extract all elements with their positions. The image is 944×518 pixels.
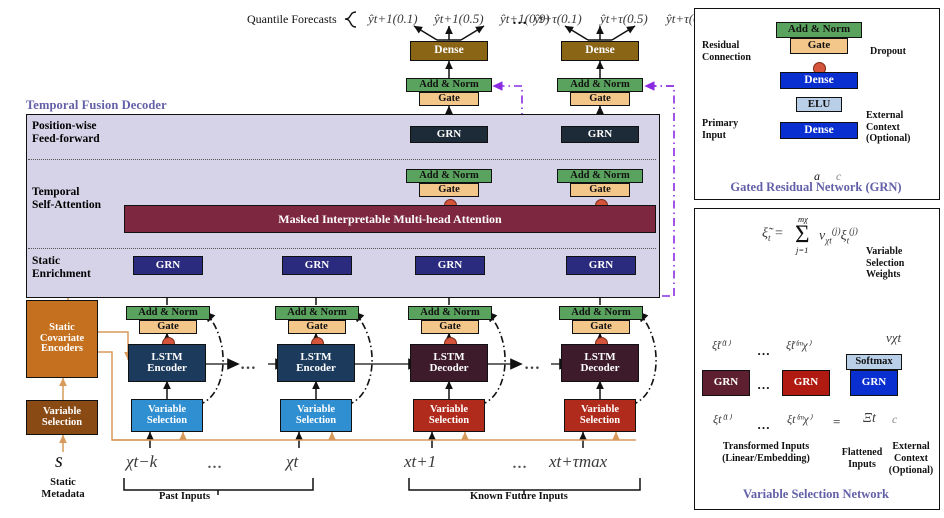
dense-output-b[interactable]: Dense: [561, 41, 639, 61]
vsn-grn-last[interactable]: GRN: [782, 370, 830, 396]
grn-inset-dropout-label: Dropout: [870, 46, 906, 57]
lstm-encoder-1[interactable]: LSTM Encoder: [128, 344, 206, 382]
masked-multihead-attention[interactable]: Masked Interpretable Multi-head Attentio…: [124, 205, 656, 233]
past-ellipsis: …: [207, 456, 223, 472]
past-inputs-bracket-label: Past Inputs: [159, 491, 211, 502]
static-variable-selection[interactable]: Variable Selection: [26, 400, 98, 435]
grn-inset-gate[interactable]: Gate: [790, 38, 848, 54]
past-input-last: χt: [286, 452, 299, 471]
forecast-q2-2: ŷt+τ(0.5): [600, 11, 648, 26]
vsn-grn-weights[interactable]: GRN: [850, 370, 898, 396]
future-input-first: xt+1: [404, 452, 437, 471]
vsn-input-first: ξt⁽¹⁾: [713, 412, 731, 426]
forecast-q1-2: ŷt+1(0.5): [434, 11, 484, 26]
variable-selection-past-2[interactable]: Variable Selection: [280, 399, 352, 432]
known-future-bracket-label: Known Future Inputs: [470, 491, 568, 502]
vsn-softmax[interactable]: Softmax: [846, 354, 902, 370]
grn-inset-residual-label: Residual Connection: [702, 40, 751, 63]
vsn-output-last: ξ̃t⁽ᵐχ⁾: [786, 338, 811, 352]
vsn-flattened-label: Flattened Inputs: [841, 447, 883, 470]
grn-inset-elu[interactable]: ELU: [796, 97, 842, 112]
static-covariate-encoders[interactable]: Static Covariate Encoders: [26, 300, 98, 378]
grn-feedforward-a[interactable]: GRN: [410, 126, 488, 143]
vsn-inset-title: Variable Selection Network: [742, 487, 890, 501]
future-ellipsis: …: [512, 456, 528, 472]
static-metadata-label: Static Metadata: [41, 477, 85, 501]
section-label-position-wise: Position-wise Feed-forward: [32, 120, 100, 145]
grn-static-enrichment-1[interactable]: GRN: [133, 256, 203, 275]
addnorm-lstm-4[interactable]: Add & Norm: [559, 306, 643, 320]
static-metadata-symbol: s: [55, 450, 63, 472]
addnorm-top-a[interactable]: Add & Norm: [406, 78, 492, 92]
grn-static-enrichment-3[interactable]: GRN: [415, 256, 485, 275]
section-divider-2: [28, 248, 656, 249]
gate-lstm-1[interactable]: Gate: [139, 320, 197, 334]
section-label-static-enrichment: Static Enrichment: [32, 255, 91, 280]
encoder-chain-ellipsis: …: [240, 356, 257, 373]
lstm-decoder-1[interactable]: LSTM Decoder: [410, 344, 488, 382]
variable-selection-future-2[interactable]: Variable Selection: [564, 399, 636, 432]
gate-lstm-4[interactable]: Gate: [572, 320, 630, 334]
decoder-chain-ellipsis: …: [524, 356, 541, 373]
forecast-q2-1: ŷt+τ(0.1): [534, 11, 582, 26]
addnorm-lstm-1[interactable]: Add & Norm: [126, 306, 210, 320]
gate-top-b[interactable]: Gate: [570, 92, 630, 106]
vsn-flattened-symbol: Ξt: [863, 411, 876, 426]
addnorm-top-b[interactable]: Add & Norm: [557, 78, 643, 92]
vsn-weights-symbol: vχt: [886, 330, 902, 345]
vsn-transformed-label: Transformed Inputs (Linear/Embedding): [722, 441, 810, 464]
vsn-weights-label: Variable Selection Weights: [866, 246, 905, 280]
gate-attention-a[interactable]: Gate: [419, 183, 479, 197]
gate-lstm-3[interactable]: Gate: [421, 320, 479, 334]
grn-inset-dense-bottom[interactable]: Dense: [780, 122, 858, 139]
grn-inset-title: Gated Residual Network (GRN): [730, 180, 902, 194]
grn-inset-addnorm[interactable]: Add & Norm: [776, 22, 862, 38]
grn-inset-external-context-label: External Context (Optional): [866, 110, 911, 144]
gate-attention-b[interactable]: Gate: [570, 183, 630, 197]
addnorm-attention-a[interactable]: Add & Norm: [406, 169, 492, 183]
forecast-ellipsis: …: [512, 12, 528, 28]
vsn-grn-ellipsis: …: [757, 377, 771, 392]
vsn-output-ellipsis: …: [757, 343, 771, 358]
vsn-grn-first[interactable]: GRN: [702, 370, 750, 396]
gate-lstm-2[interactable]: Gate: [288, 320, 346, 334]
vsn-input-last: ξt⁽ᵐχ⁾: [787, 412, 812, 426]
section-label-temporal-self-attention: Temporal Self-Attention: [32, 186, 101, 211]
future-input-last: xt+τmax: [549, 452, 608, 471]
vsn-input-ellipsis: …: [757, 417, 771, 432]
addnorm-lstm-2[interactable]: Add & Norm: [275, 306, 359, 320]
grn-static-enrichment-4[interactable]: GRN: [566, 256, 636, 275]
grn-static-enrichment-2[interactable]: GRN: [282, 256, 352, 275]
addnorm-lstm-3[interactable]: Add & Norm: [408, 306, 492, 320]
section-divider-1: [28, 159, 656, 160]
grn-inset-dense-top[interactable]: Dense: [780, 72, 858, 89]
variable-selection-future-1[interactable]: Variable Selection: [413, 399, 485, 432]
tfd-panel-title: Temporal Fusion Decoder: [26, 98, 167, 112]
lstm-encoder-2[interactable]: LSTM Encoder: [277, 344, 355, 382]
vsn-context-symbol: c: [892, 412, 898, 426]
addnorm-attention-b[interactable]: Add & Norm: [557, 169, 643, 183]
gate-top-a[interactable]: Gate: [419, 92, 479, 106]
quantile-forecasts-label: Quantile Forecasts: [247, 12, 337, 26]
variable-selection-past-1[interactable]: Variable Selection: [131, 399, 203, 432]
vsn-output-first: ξ̃t⁽¹⁾: [712, 338, 730, 352]
dense-output-a[interactable]: Dense: [410, 41, 488, 61]
forecast-q1-1: ŷt+1(0.1): [368, 11, 418, 26]
grn-inset-primary-input-label: Primary Input: [702, 118, 739, 141]
vsn-external-label: External Context (Optional): [888, 441, 934, 476]
lstm-decoder-2[interactable]: LSTM Decoder: [561, 344, 639, 382]
vsn-formula: ξ̃t = mχ Σ j=1 vχt(j)ξt(j): [762, 214, 858, 255]
vsn-sum-lower: j=1: [796, 245, 809, 255]
vsn-equals: =: [833, 414, 841, 429]
grn-feedforward-b[interactable]: GRN: [561, 126, 639, 143]
past-input-first: χt−k: [126, 452, 158, 471]
